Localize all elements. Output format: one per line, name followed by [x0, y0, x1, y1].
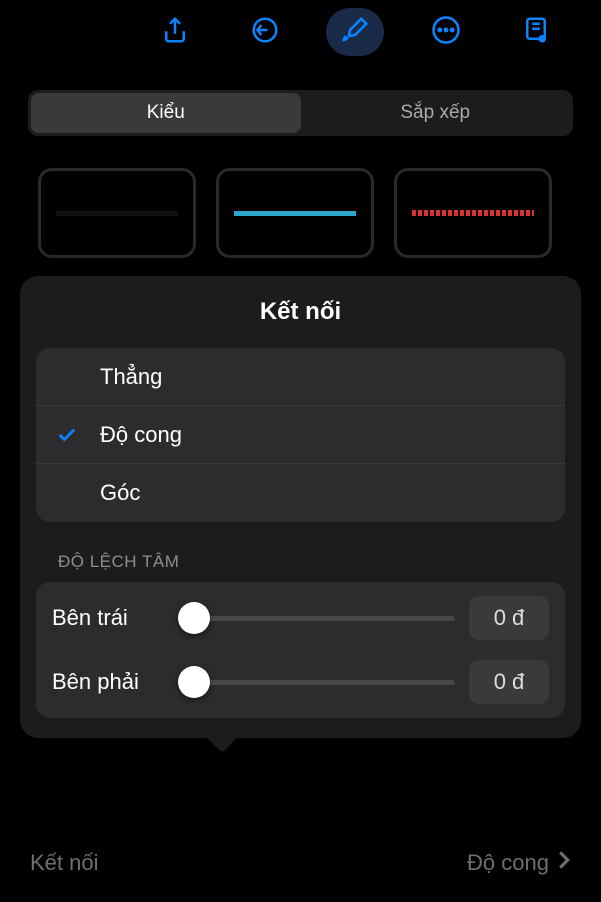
tab-arrange[interactable]: Sắp xếp	[301, 93, 571, 133]
offset-section-label: ĐỘ LỆCH TÂM	[58, 552, 565, 572]
left-offset-row: Bên trái 0 đ	[36, 586, 565, 650]
presenter-icon	[521, 15, 551, 50]
connection-row-value: Độ cong	[467, 850, 549, 876]
option-curved[interactable]: Độ cong	[36, 406, 565, 464]
right-offset-row: Bên phải 0 đ	[36, 650, 565, 714]
right-offset-value[interactable]: 0 đ	[469, 660, 549, 704]
style-arrange-segmented: Kiểu Sắp xếp	[28, 90, 573, 136]
undo-button[interactable]	[236, 8, 294, 56]
share-icon	[160, 15, 190, 50]
option-label: Độ cong	[100, 422, 182, 448]
share-button[interactable]	[146, 8, 204, 56]
undo-icon	[250, 15, 280, 50]
offset-sliders: Bên trái 0 đ Bên phải 0 đ	[36, 582, 565, 718]
left-offset-label: Bên trái	[52, 605, 164, 631]
presenter-button[interactable]	[507, 8, 565, 56]
checkmark-icon	[56, 424, 100, 446]
slider-thumb[interactable]	[178, 602, 210, 634]
option-label: Thẳng	[100, 364, 162, 390]
option-straight[interactable]: Thẳng	[36, 348, 565, 406]
preset-2[interactable]	[216, 168, 374, 258]
connection-popover: Kết nối Thẳng Độ cong Góc ĐỘ LỆCH TÂM Bê…	[20, 276, 581, 738]
preset-1[interactable]	[38, 168, 196, 258]
slider-thumb[interactable]	[178, 666, 210, 698]
chevron-right-icon	[557, 850, 571, 876]
tab-style[interactable]: Kiểu	[31, 93, 301, 133]
left-offset-slider[interactable]	[178, 601, 455, 635]
right-offset-slider[interactable]	[178, 665, 455, 699]
more-icon	[431, 15, 461, 50]
connection-row[interactable]: Kết nối Độ cong	[30, 850, 571, 876]
format-brush-button[interactable]	[326, 8, 384, 56]
left-offset-value[interactable]: 0 đ	[469, 596, 549, 640]
connection-row-value-group: Độ cong	[467, 850, 571, 876]
line-style-presets	[0, 154, 601, 258]
top-toolbar	[0, 0, 601, 72]
option-label: Góc	[100, 480, 140, 506]
popover-title: Kết nối	[36, 298, 565, 326]
brush-icon	[340, 15, 370, 50]
preset-3[interactable]	[394, 168, 552, 258]
connection-type-list: Thẳng Độ cong Góc	[36, 348, 565, 522]
connection-row-label: Kết nối	[30, 850, 99, 876]
popover-arrow	[205, 719, 239, 753]
right-offset-label: Bên phải	[52, 669, 164, 695]
option-corner[interactable]: Góc	[36, 464, 565, 522]
more-button[interactable]	[417, 8, 475, 56]
